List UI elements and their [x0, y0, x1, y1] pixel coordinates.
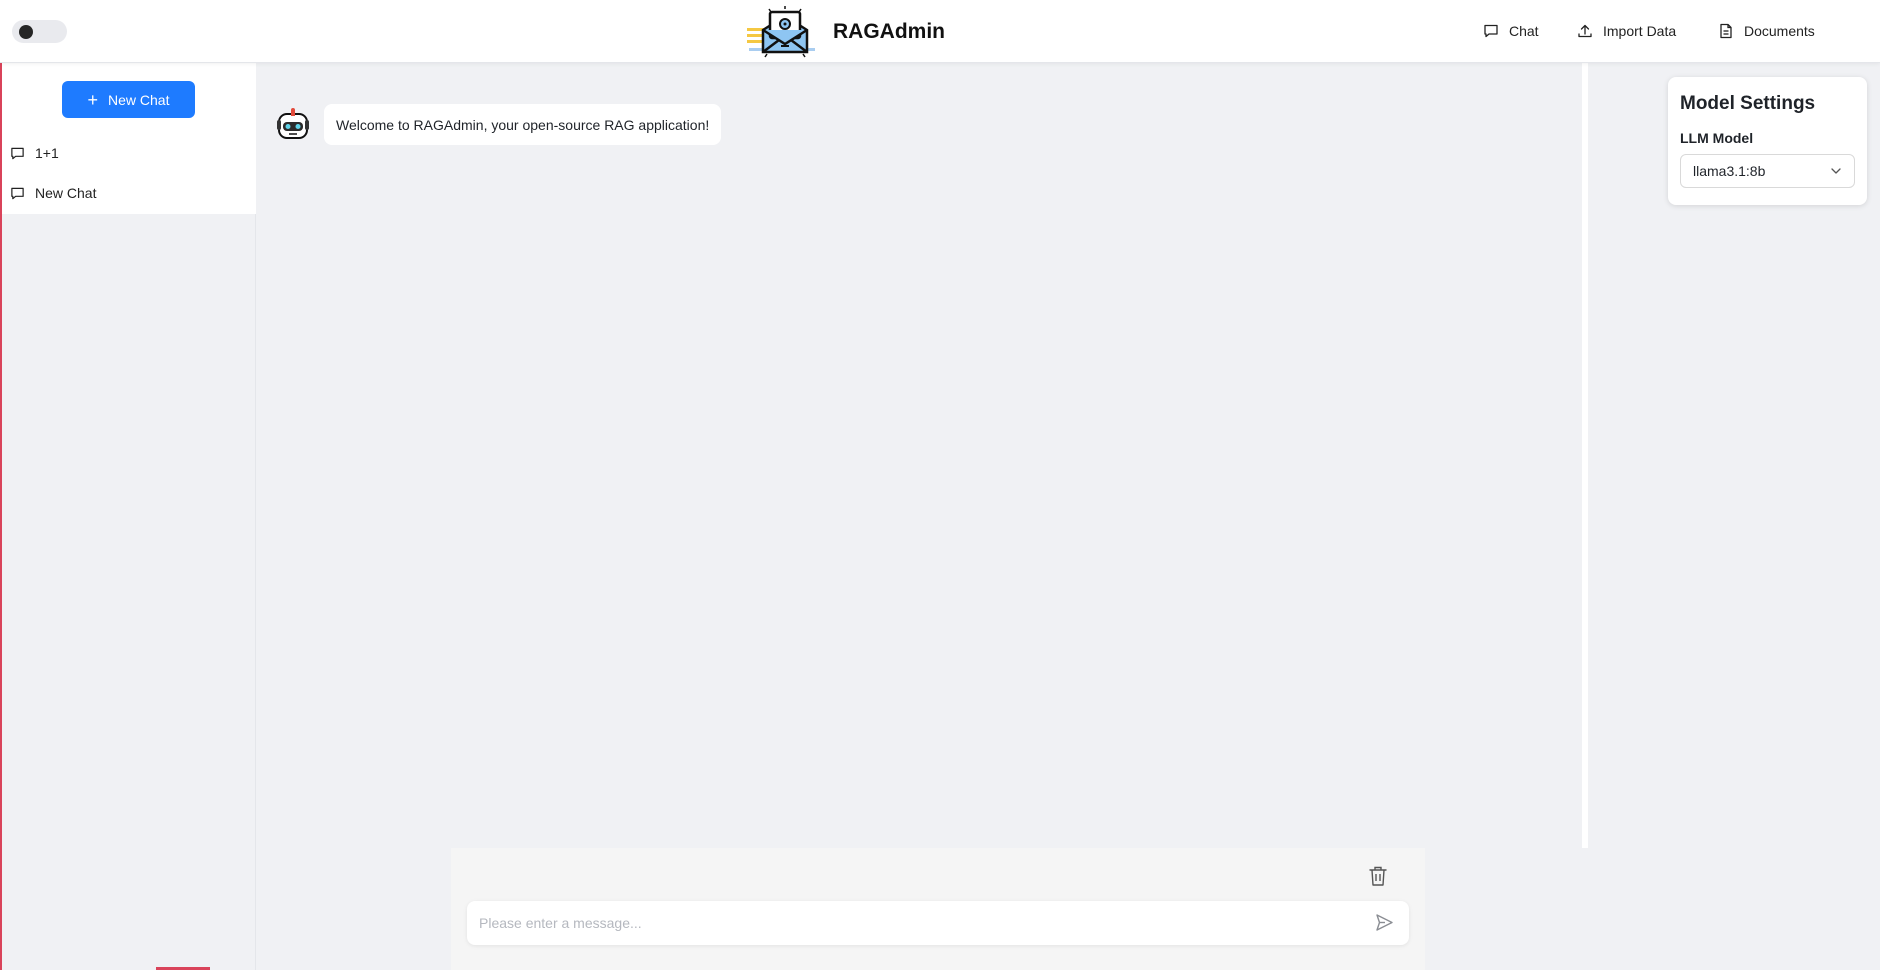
nav-chat-label: Chat: [1509, 23, 1539, 39]
new-chat-button[interactable]: + New Chat: [62, 81, 195, 118]
mail-logo-icon: [747, 6, 815, 58]
send-icon[interactable]: [1375, 913, 1394, 932]
theme-toggle[interactable]: [12, 20, 67, 43]
nav-import-data[interactable]: Import Data: [1577, 23, 1676, 39]
trash-icon[interactable]: [1368, 865, 1388, 887]
conversation-label: New Chat: [35, 185, 97, 201]
llm-model-select[interactable]: llama3.1:8b: [1680, 154, 1855, 188]
conversation-label: 1+1: [35, 145, 59, 161]
robot-avatar-icon: [277, 108, 309, 139]
message-input[interactable]: [467, 901, 1409, 945]
nav-documents-label: Documents: [1744, 23, 1815, 39]
document-icon: [1720, 23, 1732, 39]
conversation-item[interactable]: New Chat: [10, 182, 96, 204]
brand[interactable]: RAGAdmin: [745, 6, 945, 58]
conversation-item[interactable]: 1+1: [10, 142, 59, 164]
nav-import-label: Import Data: [1603, 23, 1677, 39]
panel-divider: [1582, 63, 1588, 848]
bot-message: Welcome to RAGAdmin, your open-source RA…: [324, 104, 722, 145]
chat-bubble-icon: [1484, 24, 1498, 38]
bot-message-text: Welcome to RAGAdmin, your open-source RA…: [336, 116, 710, 133]
toggle-knob: [19, 25, 33, 39]
llm-model-value: llama3.1:8b: [1693, 163, 1766, 179]
model-settings-panel: Model Settings LLM Model llama3.1:8b: [1668, 77, 1867, 205]
chat-bubble-icon: [11, 187, 24, 199]
top-header: RAGAdmin Chat Import Data Documents: [0, 0, 1880, 63]
llm-model-label: LLM Model: [1680, 130, 1754, 146]
upload-icon: [1578, 24, 1592, 38]
new-chat-label: New Chat: [108, 91, 170, 108]
chat-messages-area[interactable]: [257, 63, 1582, 848]
brand-title: RAGAdmin: [833, 20, 945, 43]
nav-documents[interactable]: Documents: [1718, 23, 1815, 39]
settings-title: Model Settings: [1680, 93, 1816, 114]
chevron-down-icon: [1831, 168, 1841, 174]
conversation-sidebar: + New Chat 1+1 New Chat: [2, 63, 256, 970]
plus-icon: +: [87, 89, 99, 110]
sidebar-panel: + New Chat 1+1 New Chat: [2, 63, 256, 214]
chat-bubble-icon: [11, 147, 24, 159]
nav-chat[interactable]: Chat: [1483, 23, 1539, 39]
